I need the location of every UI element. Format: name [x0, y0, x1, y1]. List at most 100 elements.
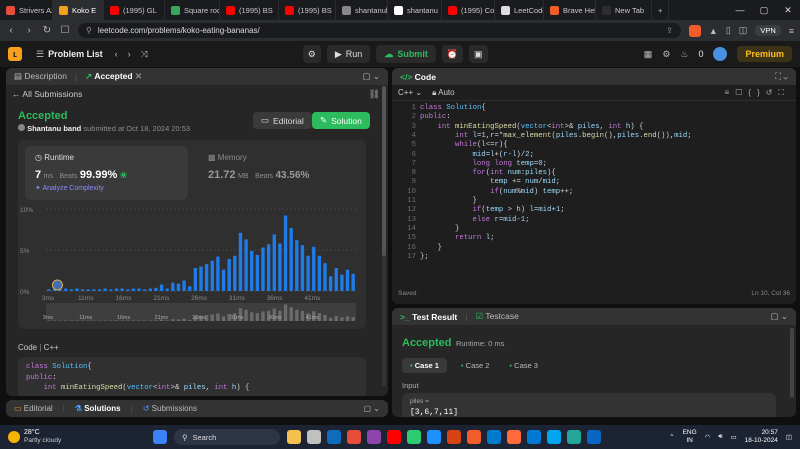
layout-icon[interactable]: ▦	[644, 49, 653, 60]
histogram-bar[interactable]	[278, 243, 282, 291]
pinned-app-icon[interactable]	[467, 430, 481, 444]
vpn-button[interactable]: VPN	[755, 25, 781, 36]
histogram-bar[interactable]	[345, 269, 350, 291]
wallet-icon[interactable]: ◫	[739, 25, 748, 36]
histogram-bar[interactable]	[103, 288, 107, 291]
histogram-bar[interactable]	[323, 263, 327, 291]
pinned-app-icon[interactable]	[487, 430, 501, 444]
histogram-bar[interactable]	[289, 227, 293, 291]
test-scrollbar[interactable]	[790, 328, 794, 398]
histogram-bar[interactable]	[165, 288, 169, 291]
note-icon[interactable]: ⏰	[441, 45, 464, 63]
site-info-icon[interactable]: ⚲	[86, 26, 92, 35]
whiteboard-icon[interactable]: ▣	[469, 45, 488, 63]
histogram-bar[interactable]	[334, 268, 338, 291]
runtime-card[interactable]: ◷ Runtime 7 ms Beats 99.99% ❀ ✦ Analyze …	[25, 146, 188, 200]
histogram-bar[interactable]	[199, 266, 203, 291]
problem-list-link[interactable]: Problem List	[48, 49, 103, 59]
histogram-bar[interactable]	[109, 289, 113, 291]
histogram-bar[interactable]	[47, 289, 51, 291]
browser-tab[interactable]: (1995) Co	[442, 0, 495, 20]
editorial-button[interactable]: ▭ Editorial	[253, 112, 312, 129]
list-icon[interactable]: ☰	[36, 49, 44, 60]
panel-splitter[interactable]	[389, 68, 391, 417]
tab-solutions[interactable]: ⚗ Solutions	[75, 404, 121, 413]
case-1-tab[interactable]: • Case 1	[402, 358, 447, 373]
taskbar-search[interactable]: ⚲ Search	[174, 429, 280, 445]
histogram-bar[interactable]	[154, 287, 158, 291]
battery-icon[interactable]: ▭	[730, 433, 736, 441]
browser-tab[interactable]: shantanub	[336, 0, 388, 20]
histogram-bar[interactable]	[171, 282, 175, 291]
histogram-bar[interactable]	[306, 255, 310, 291]
browser-tab[interactable]: Strivers A2	[0, 0, 53, 20]
run-button[interactable]: ▶ Run	[326, 45, 371, 63]
histogram-bar[interactable]	[131, 288, 136, 291]
test-expand-icon[interactable]: ▢ ⌄	[770, 311, 788, 322]
close-tab-icon[interactable]: ✕	[135, 71, 142, 81]
pinned-app-icon[interactable]	[367, 430, 381, 444]
histogram-bar[interactable]	[221, 269, 226, 291]
browser-tab[interactable]: (1995) BS	[220, 0, 279, 20]
browser-tab[interactable]: LeetCode	[495, 0, 544, 20]
histogram-bar[interactable]	[120, 288, 124, 291]
notification-icon[interactable]: ◫	[786, 433, 792, 441]
start-icon[interactable]	[153, 430, 167, 444]
share-icon[interactable]: ⇪	[666, 26, 673, 35]
minimize-icon[interactable]: —	[728, 0, 752, 20]
debug-icon[interactable]: ⚙	[302, 45, 321, 63]
histogram-bar[interactable]	[255, 254, 260, 291]
rewards-icon[interactable]: ▲	[709, 26, 718, 36]
pinned-app-icon[interactable]	[507, 430, 521, 444]
histogram-bar[interactable]	[328, 276, 333, 291]
pinned-app-icon[interactable]	[387, 430, 401, 444]
histogram-bar[interactable]	[97, 289, 102, 291]
histogram-bar[interactable]	[283, 215, 288, 291]
pinned-app-icon[interactable]	[427, 430, 441, 444]
pinned-app-icon[interactable]	[447, 430, 461, 444]
histogram-bar[interactable]	[261, 247, 265, 291]
pinned-app-icon[interactable]	[307, 430, 321, 444]
reset-icon[interactable]: ↺	[766, 88, 779, 97]
histogram-bar[interactable]	[188, 286, 192, 291]
pinned-app-icon[interactable]	[407, 430, 421, 444]
braces-icon[interactable]: {}	[748, 88, 765, 97]
forward-icon[interactable]: ›	[24, 25, 34, 36]
new-tab-icon[interactable]: +	[652, 0, 670, 20]
histogram-bar[interactable]	[250, 250, 254, 291]
histogram-bar[interactable]	[92, 289, 96, 291]
pinned-app-icon[interactable]	[567, 430, 581, 444]
browser-tab[interactable]: Square roo	[165, 0, 220, 20]
panel-expand-icon[interactable]: ▢ ⌄	[362, 71, 380, 82]
histogram-bar[interactable]	[182, 280, 186, 291]
tab-testcase[interactable]: ☑ Testcase	[475, 311, 518, 322]
histogram-bar[interactable]	[272, 234, 276, 291]
histogram-bar[interactable]	[159, 284, 164, 291]
solution-button[interactable]: ✎ Solution	[312, 112, 370, 129]
expand-bottom-icon[interactable]: ▢ ⌄	[364, 404, 380, 413]
histogram-bar[interactable]	[340, 274, 344, 291]
fullscreen-icon[interactable]: ⛶	[778, 88, 790, 97]
next-problem-icon[interactable]: ›	[128, 49, 131, 59]
reload-icon[interactable]: ↻	[42, 25, 52, 36]
volume-icon[interactable]: 🔊︎	[718, 433, 722, 441]
histogram-bar[interactable]	[142, 289, 147, 291]
language-indicator[interactable]: ENG IN	[683, 429, 697, 445]
case-2-tab[interactable]: • Case 2	[455, 358, 496, 373]
browser-tab[interactable]: Brave Help	[544, 0, 596, 20]
histogram-bar[interactable]	[69, 289, 74, 291]
histogram-bar[interactable]	[216, 256, 220, 291]
menu-icon[interactable]: ≡	[789, 26, 794, 36]
histogram-bar[interactable]	[80, 289, 85, 291]
bookmark-icon[interactable]: ☐	[735, 88, 748, 97]
your-submission-marker[interactable]	[51, 279, 63, 291]
left-scrollbar[interactable]	[382, 86, 386, 386]
pinned-app-icon[interactable]	[587, 430, 601, 444]
shuffle-icon[interactable]: ⤨	[141, 49, 148, 60]
histogram-bar[interactable]	[75, 288, 79, 291]
tab-accepted[interactable]: ↗ Accepted ✕	[85, 71, 142, 82]
histogram-bar[interactable]	[266, 244, 271, 291]
format-icon[interactable]: ≡	[725, 88, 736, 97]
bookmark-icon[interactable]: ☐	[60, 25, 70, 36]
auto-toggle[interactable]: 🔒︎ Auto	[432, 88, 455, 98]
